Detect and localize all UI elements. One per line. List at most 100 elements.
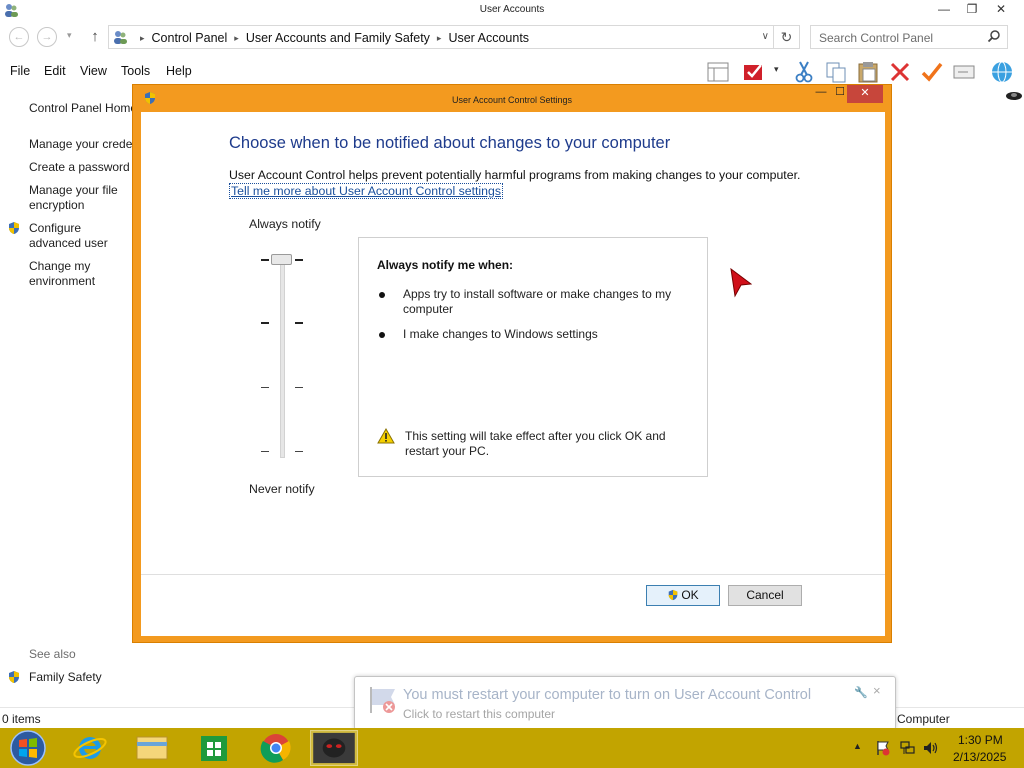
dialog-description: User Account Control helps prevent poten… xyxy=(229,168,801,182)
wrench-icon[interactable]: 🔧 xyxy=(854,686,868,699)
address-dropdown-button[interactable]: ∨ xyxy=(762,31,769,42)
info-bullet-item: I make changes to Windows settings xyxy=(403,327,598,341)
notify-slider-thumb[interactable] xyxy=(271,254,292,265)
location-label: Computer xyxy=(897,712,950,726)
slider-tick xyxy=(261,322,269,324)
bullet-dot xyxy=(379,332,385,338)
sidebar-environment-variables[interactable]: Change my environment variables xyxy=(29,259,133,289)
uac-shield-icon xyxy=(9,222,19,234)
recent-locations-button[interactable]: ▾ xyxy=(67,30,72,41)
delete-x-icon[interactable] xyxy=(888,60,912,84)
back-button[interactable]: ← xyxy=(9,27,29,47)
action-center-flag-icon[interactable] xyxy=(875,740,891,756)
check-icon[interactable] xyxy=(920,60,944,84)
taskbar: ▲ 1:30 PM 2/13/2025 xyxy=(0,728,1024,768)
dialog-title: User Account Control Settings xyxy=(451,95,573,105)
slider-tick xyxy=(295,451,303,452)
control-panel-icon xyxy=(114,31,127,44)
dialog-divider xyxy=(141,574,885,575)
volume-icon[interactable] xyxy=(922,740,938,756)
breadcrumb: ▸ Control Panel ▸ User Accounts and Family … xyxy=(133,31,529,45)
learn-more-link[interactable]: Tell me more about User Account Control … xyxy=(229,183,503,199)
dialog-content: Choose when to be notified about changes… xyxy=(141,112,885,636)
chrome-icon[interactable] xyxy=(252,730,300,766)
sidebar-control-panel-home[interactable]: Control Panel Home xyxy=(29,101,133,116)
restart-warning: This setting will take effect after you … xyxy=(405,429,666,458)
minimize-button[interactable]: — xyxy=(930,0,958,20)
clock-time[interactable]: 1:30 PM xyxy=(958,733,1003,747)
sidebar-manage-credentials[interactable]: Manage your credentials xyxy=(29,137,133,152)
cancel-button[interactable]: Cancel xyxy=(728,585,802,606)
navigation-bar: ← → ▾ ↑ ▸ Control Panel ▸ User Accounts and… xyxy=(0,22,1024,52)
family-safety-link[interactable]: Family Safety xyxy=(29,670,102,684)
copy-icon[interactable] xyxy=(824,60,848,84)
start-button-icon[interactable] xyxy=(8,729,48,767)
address-bar[interactable]: ▸ Control Panel ▸ User Accounts and Family … xyxy=(108,25,774,49)
dialog-close-button[interactable]: ✕ xyxy=(847,85,883,103)
notify-slider-track[interactable] xyxy=(280,258,285,458)
items-count: 0 items xyxy=(2,712,41,726)
paste-icon[interactable] xyxy=(856,60,880,84)
action-center-flag-icon xyxy=(370,687,395,713)
slider-tick xyxy=(295,259,303,261)
rename-icon[interactable] xyxy=(952,60,976,84)
file-explorer-icon[interactable] xyxy=(128,730,176,766)
family-safety-shield-icon xyxy=(9,671,19,683)
scissors-icon[interactable] xyxy=(792,60,816,84)
globe-icon[interactable] xyxy=(990,60,1014,84)
sidebar-advanced-profile-properties[interactable]: Configure advanced user profile properti… xyxy=(29,221,133,251)
slider-bottom-label: Never notify xyxy=(249,482,315,496)
eyeball-icon xyxy=(1006,92,1022,100)
search-input[interactable]: Search Control Panel xyxy=(810,25,1008,49)
info-bullet-item: Apps try to install software or make cha… xyxy=(403,287,672,316)
breadcrumb-separator[interactable]: ▸ xyxy=(437,33,442,43)
breadcrumb-separator[interactable]: ▸ xyxy=(140,33,145,43)
breadcrumb-user-accounts[interactable]: User Accounts xyxy=(448,31,529,45)
breadcrumb-user-accounts-family-safety[interactable]: User Accounts and Family Safety xyxy=(246,31,430,45)
ok-button-label: OK xyxy=(681,588,699,602)
menu-help[interactable]: Help xyxy=(166,64,192,78)
uac-restart-notification[interactable]: You must restart your computer to turn o… xyxy=(354,676,896,730)
checkmark-flag-icon[interactable] xyxy=(742,60,766,84)
uac-shield-icon xyxy=(669,589,678,601)
menu-edit[interactable]: Edit xyxy=(44,64,66,78)
windows-store-icon[interactable] xyxy=(190,730,238,766)
internet-explorer-icon[interactable] xyxy=(66,730,114,766)
close-button[interactable]: ✕ xyxy=(982,0,1020,20)
clock-date[interactable]: 2/13/2025 xyxy=(953,750,1006,764)
dialog-heading: Choose when to be notified about changes… xyxy=(229,134,671,152)
notification-subtitle: Click to restart this computer xyxy=(403,707,556,721)
search-icon[interactable] xyxy=(987,29,1001,43)
slider-tick xyxy=(261,451,269,452)
up-button[interactable]: ↑ xyxy=(86,27,104,47)
left-sidebar: Control Panel Home Manage your credentia… xyxy=(0,90,140,710)
search-placeholder: Search Control Panel xyxy=(819,31,934,45)
window-titlebar: User Accounts — ❐ ✕ xyxy=(0,0,1024,20)
forward-button[interactable]: → xyxy=(37,27,57,47)
slider-tick xyxy=(261,259,269,261)
slider-tick xyxy=(295,322,303,324)
breadcrumb-control-panel[interactable]: Control Panel xyxy=(152,31,228,45)
layout-icon[interactable] xyxy=(706,60,730,84)
warning-icon xyxy=(377,428,395,444)
notification-close-button[interactable]: × xyxy=(873,683,881,698)
menu-tools[interactable]: Tools xyxy=(121,64,150,78)
ok-button[interactable]: OK xyxy=(646,585,720,606)
show-hidden-icons-button[interactable]: ▲ xyxy=(853,741,862,751)
window-title: User Accounts xyxy=(479,4,545,15)
menu-view[interactable]: View xyxy=(80,64,107,78)
refresh-button[interactable]: ↻ xyxy=(774,25,800,49)
network-icon[interactable] xyxy=(899,740,915,756)
notification-title: You must restart your computer to turn o… xyxy=(403,687,812,703)
info-title: Always notify me when: xyxy=(377,258,514,272)
bullet-dot xyxy=(379,292,385,298)
see-also-heading: See also xyxy=(29,647,76,661)
menu-file[interactable]: File xyxy=(10,64,30,78)
sidebar-file-encryption[interactable]: Manage your file encryption certificates xyxy=(29,183,133,213)
slider-tick xyxy=(261,387,269,388)
uac-settings-dialog: User Account Control Settings — ☐ ✕ Choo… xyxy=(132,84,892,643)
breadcrumb-separator[interactable]: ▸ xyxy=(234,33,239,43)
app-mask-icon[interactable] xyxy=(310,730,358,766)
sidebar-password-reset-disk[interactable]: Create a password reset disk xyxy=(29,160,133,175)
slider-top-label: Always notify xyxy=(249,217,321,231)
